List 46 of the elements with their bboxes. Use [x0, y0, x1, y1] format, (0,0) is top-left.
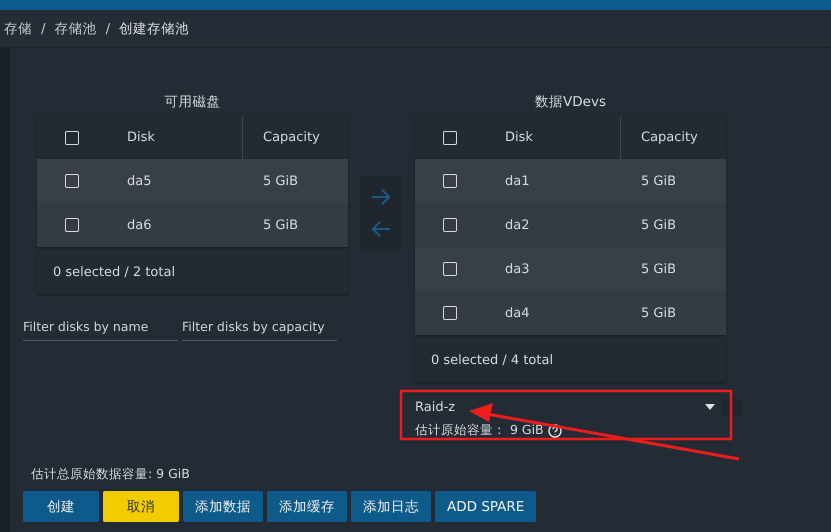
table-cell: 5 GiB — [641, 218, 676, 232]
table-cell: da6 — [127, 218, 152, 232]
breadcrumb-separator: / — [106, 20, 110, 36]
action-button[interactable]: 添加数据 — [183, 491, 263, 522]
raw-capacity: 估计原始容量： 9 GiB — [415, 422, 544, 439]
panel-title: 可用磁盘 — [164, 93, 222, 112]
panel-title: 数据VDevs — [534, 93, 607, 112]
row-checkbox[interactable] — [443, 218, 457, 232]
row-checkbox[interactable] — [65, 218, 79, 232]
select-all-checkbox[interactable] — [443, 130, 457, 144]
cancel-button[interactable]: 取消 — [103, 491, 179, 522]
breadcrumb-separator: / — [41, 20, 46, 36]
action-button[interactable]: ADD SPARE — [435, 491, 536, 522]
breadcrumb-link[interactable]: 存储池 — [54, 20, 97, 38]
column-header[interactable]: Capacity — [263, 130, 320, 145]
select-all-checkbox[interactable] — [65, 130, 79, 144]
table-cell: da5 — [127, 174, 152, 188]
table-cell: 5 GiB — [263, 218, 298, 232]
action-button[interactable]: 添加缓存 — [267, 491, 347, 522]
row-checkbox[interactable] — [443, 306, 457, 320]
row-checkbox[interactable] — [443, 262, 457, 276]
column-header[interactable]: Disk — [505, 130, 533, 145]
caret-icon — [705, 404, 715, 410]
table-cell: 5 GiB — [641, 174, 676, 188]
selection-count: 0 selected / 4 total — [431, 352, 554, 368]
help-icon[interactable] — [548, 424, 562, 438]
table-cell: da4 — [505, 306, 530, 320]
layout-select[interactable]: Raid-z — [415, 396, 741, 418]
column-header[interactable]: Capacity — [641, 130, 698, 145]
breadcrumb-link[interactable]: 存储 — [4, 20, 32, 38]
table-cell: da1 — [505, 174, 530, 188]
table-cell: da3 — [505, 262, 530, 276]
table-cell: 5 GiB — [263, 174, 298, 188]
filter-field[interactable]: Filter disks by name — [23, 317, 178, 341]
breadcrumb-current: 创建存储池 — [119, 20, 190, 38]
table-cell: da2 — [505, 218, 530, 232]
selection-count: 0 selected / 2 total — [53, 264, 176, 280]
row-checkbox[interactable] — [443, 174, 457, 188]
action-button[interactable]: 添加日志 — [351, 491, 431, 522]
row-checkbox[interactable] — [65, 174, 79, 188]
filter-field[interactable]: Filter disks by capacity — [182, 317, 337, 341]
action-button[interactable]: 创建 — [23, 491, 99, 522]
table-cell: 5 GiB — [641, 306, 676, 320]
table-cell: 5 GiB — [641, 262, 676, 276]
column-header[interactable]: Disk — [127, 130, 155, 145]
total-capacity: 估计总原始数据容量: 9 GiB — [31, 466, 191, 483]
